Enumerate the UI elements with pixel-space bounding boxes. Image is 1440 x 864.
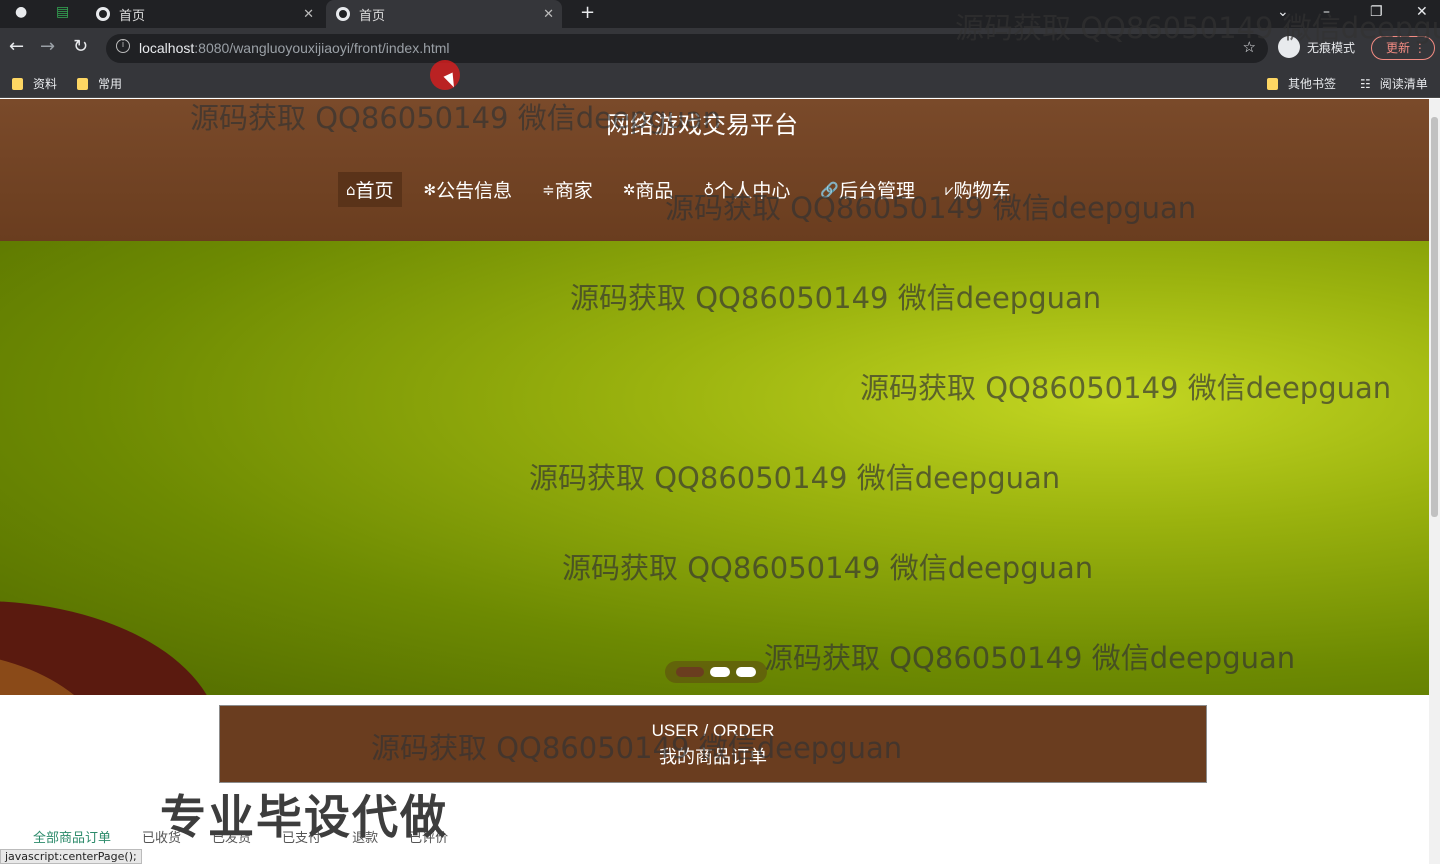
carousel-dot[interactable] bbox=[710, 667, 730, 677]
list-icon: ≑ bbox=[542, 180, 555, 199]
carousel-indicators bbox=[665, 661, 767, 683]
tab-2[interactable]: 首页 ✕ bbox=[326, 0, 562, 28]
scrollbar-thumb[interactable] bbox=[1431, 117, 1438, 517]
reading-list-icon: ☷ bbox=[1360, 76, 1371, 91]
watermark-text: 源码获取 QQ86050149 微信deepguan bbox=[955, 11, 1440, 45]
other-bookmarks[interactable]: 其他书签 bbox=[1267, 75, 1336, 92]
info-icon[interactable]: i bbox=[116, 39, 130, 53]
watermark-text: 源码获取 QQ86050149 微信deepguan bbox=[665, 191, 1197, 225]
reload-icon[interactable]: ↻ bbox=[73, 36, 88, 57]
close-tab-icon[interactable]: ✕ bbox=[303, 7, 314, 22]
bookmark-folder[interactable]: 常用 bbox=[77, 75, 122, 92]
reading-list[interactable]: ☷ 阅读清单 bbox=[1360, 75, 1428, 92]
tab-1[interactable]: 首页 ✕ bbox=[86, 0, 322, 28]
forward-icon[interactable]: → bbox=[40, 36, 55, 57]
nav-item-2[interactable]: ≑ 商家 bbox=[534, 172, 601, 207]
watermark-text: 源码获取 QQ86050149 微信deepguan bbox=[529, 461, 1061, 495]
globe-icon bbox=[336, 7, 350, 21]
carousel-dot[interactable] bbox=[736, 667, 756, 677]
folder-icon bbox=[1267, 77, 1278, 90]
nav-label: 公告信息 bbox=[436, 180, 513, 202]
bookmark-label: 其他书签 bbox=[1288, 77, 1337, 91]
sheets-icon[interactable]: ▤ bbox=[56, 4, 69, 20]
bookmark-folder[interactable]: 资料 bbox=[12, 75, 57, 92]
promo-watermark: 专业毕设代做 bbox=[160, 790, 448, 844]
watermark-text: 源码获取 QQ86050149 微信deepguan bbox=[371, 731, 903, 765]
back-icon[interactable]: ← bbox=[9, 36, 24, 57]
folder-icon bbox=[12, 77, 23, 90]
watermark-text: 源码获取 QQ86050149 微信deepguan bbox=[860, 371, 1392, 405]
watermark-text: 源码获取 QQ86050149 微信deepguan bbox=[190, 101, 722, 135]
new-tab-icon[interactable]: + bbox=[580, 2, 595, 23]
close-tab-icon[interactable]: ✕ bbox=[543, 7, 554, 22]
nav-item-1[interactable]: ✻ 公告信息 bbox=[416, 172, 521, 207]
status-bar: javascript:centerPage(); bbox=[0, 849, 142, 864]
home-icon: ⌂ bbox=[346, 180, 356, 199]
mouse-cursor bbox=[430, 60, 460, 90]
url-text[interactable]: localhost:8080/wangluoyouxijiaoyi/front/… bbox=[139, 40, 450, 56]
bookmark-label: 常用 bbox=[98, 77, 123, 91]
chrome-globe-icon[interactable]: ● bbox=[15, 4, 27, 20]
gear-icon: ✲ bbox=[622, 180, 636, 199]
tab-title: 首页 bbox=[119, 8, 146, 24]
tab-title: 首页 bbox=[359, 8, 386, 24]
nav-label: 商家 bbox=[554, 180, 593, 202]
watermark-text: 源码获取 QQ86050149 微信deepguan bbox=[562, 551, 1094, 585]
nav-label: 首页 bbox=[355, 180, 394, 202]
scrollbar[interactable] bbox=[1429, 99, 1440, 864]
carousel-dot[interactable] bbox=[676, 667, 704, 677]
order-tab[interactable]: 全部商品订单 bbox=[33, 827, 111, 846]
watermark-text: 源码获取 QQ86050149 微信deepguan bbox=[570, 281, 1102, 315]
bookmark-label: 阅读清单 bbox=[1379, 77, 1428, 91]
folder-icon bbox=[77, 77, 88, 90]
globe-icon bbox=[96, 7, 110, 21]
watermark-text: 源码获取 QQ86050149 微信deepguan bbox=[764, 641, 1296, 675]
nav-item-0[interactable]: ⌂ 首页 bbox=[338, 172, 402, 207]
snowflake-icon: ✻ bbox=[423, 180, 437, 199]
bookmarks-bar: 资料 常用 其他书签 ☷ 阅读清单 bbox=[0, 68, 1440, 98]
bookmark-label: 资料 bbox=[33, 77, 58, 91]
